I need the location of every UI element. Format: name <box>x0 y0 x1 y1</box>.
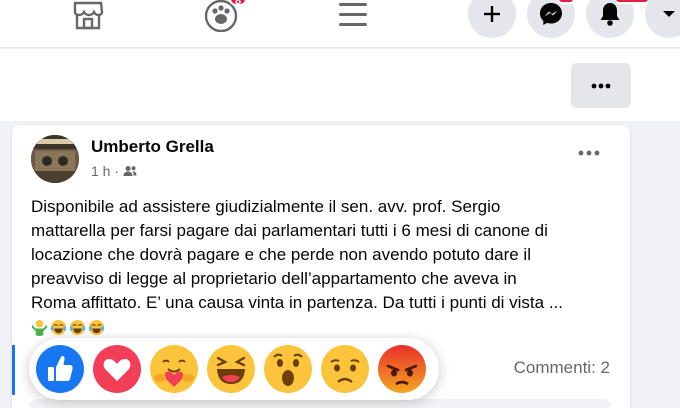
comments-count-link[interactable]: Commenti: 2 <box>514 358 610 378</box>
angry-reaction-icon[interactable] <box>377 344 427 394</box>
tears-of-joy-emoji-icon <box>50 319 67 336</box>
comment-box[interactable] <box>30 399 610 408</box>
notifications-badge <box>614 0 650 4</box>
post-author-name[interactable]: Umberto Grella <box>91 137 214 157</box>
more-icon <box>591 83 611 88</box>
plus-icon <box>484 6 500 22</box>
chevron-down-icon <box>663 11 675 17</box>
account-button[interactable] <box>645 0 680 38</box>
person-shrug-emoji-icon <box>31 319 48 336</box>
sad-reaction-icon[interactable] <box>320 344 370 394</box>
messenger-button[interactable] <box>527 0 575 38</box>
page-more-button[interactable] <box>571 63 631 108</box>
like-button-highlight <box>12 345 15 395</box>
messenger-icon <box>540 3 562 25</box>
post-options-button[interactable] <box>574 141 604 165</box>
more-icon <box>578 150 600 156</box>
create-button[interactable] <box>468 0 516 38</box>
meta-separator: · <box>114 163 120 179</box>
avatar[interactable] <box>31 135 79 183</box>
care-reaction-icon[interactable] <box>149 344 199 394</box>
reaction-picker <box>29 338 439 400</box>
avatar-photo-icon <box>31 135 79 183</box>
storefront-icon <box>73 1 104 30</box>
tears-of-joy-emoji-icon <box>69 319 86 336</box>
post-emoji-line <box>31 319 105 337</box>
notifications-button[interactable] <box>586 0 650 38</box>
top-navigation-bar: 8 <box>0 0 680 48</box>
messenger-badge <box>557 0 575 4</box>
love-reaction-icon[interactable] <box>92 344 142 394</box>
groups-badge: 8 <box>229 0 248 7</box>
haha-reaction-icon[interactable] <box>206 344 256 394</box>
marketplace-icon[interactable] <box>71 0 105 34</box>
like-reaction-icon[interactable] <box>35 344 85 394</box>
post-text: Disponibile ad assistere giudizialmente … <box>31 197 564 312</box>
menu-icon[interactable] <box>337 0 369 34</box>
post-time[interactable]: 1 h <box>91 163 110 179</box>
post-meta: 1 h · <box>91 163 137 179</box>
bell-icon <box>600 3 620 26</box>
groups-icon[interactable]: 8 <box>203 0 248 34</box>
wow-reaction-icon[interactable] <box>263 344 313 394</box>
friends-audience-icon[interactable] <box>123 165 137 177</box>
tears-of-joy-emoji-icon <box>88 319 105 336</box>
hamburger-icon <box>339 3 367 26</box>
